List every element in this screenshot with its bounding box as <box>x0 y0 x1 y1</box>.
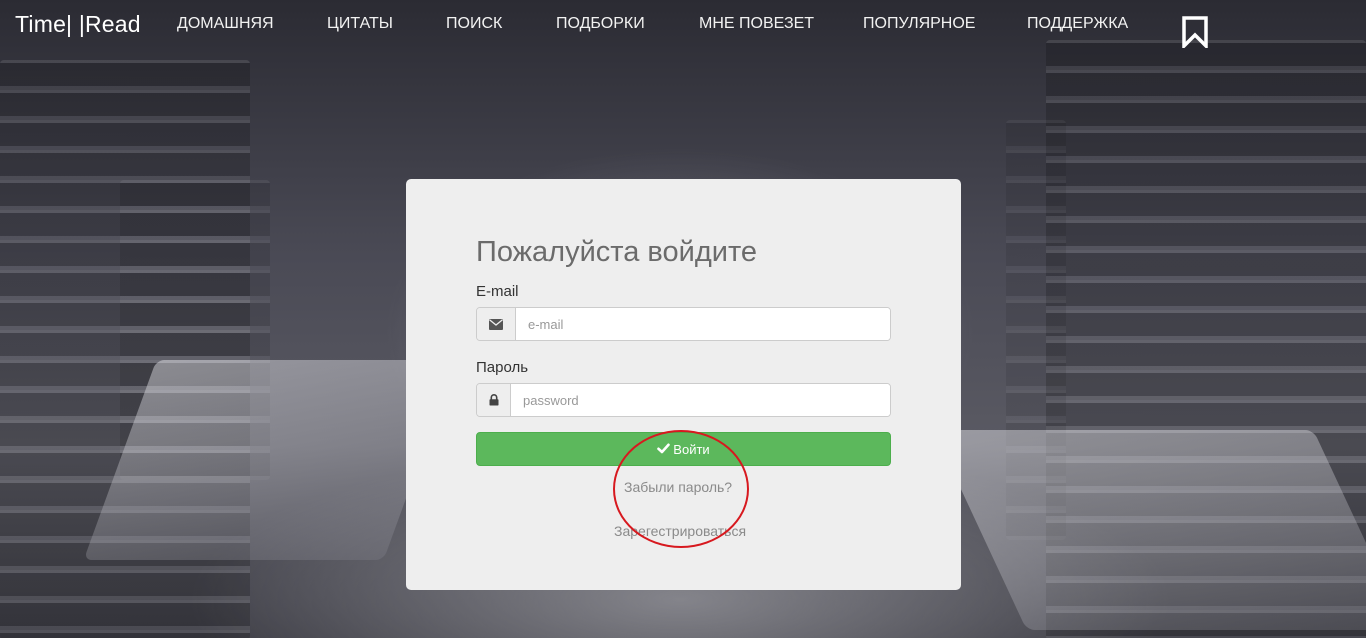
password-input-group <box>476 383 891 417</box>
password-input[interactable] <box>511 384 890 416</box>
nav-item-lucky[interactable]: Мне повезет <box>699 15 814 33</box>
check-icon <box>657 442 671 457</box>
top-navbar: Time| |Read Домашняя Цитаты Поиск Подбор… <box>0 0 1366 52</box>
background-open-book-right <box>933 430 1366 630</box>
bookmark-icon[interactable] <box>1181 16 1209 51</box>
envelope-icon <box>477 308 516 340</box>
login-title: Пожалуйста войдите <box>476 236 758 268</box>
login-submit-button[interactable]: Войти <box>476 432 891 466</box>
email-label: E-mail <box>476 283 519 300</box>
lock-icon <box>477 384 511 416</box>
nav-item-popular[interactable]: Популярное <box>863 15 975 33</box>
nav-item-search[interactable]: Поиск <box>446 15 502 33</box>
nav-item-quotes[interactable]: Цитаты <box>327 15 393 33</box>
email-input-group <box>476 307 891 341</box>
nav-item-home[interactable]: Домашняя <box>177 15 274 33</box>
forgot-password-link[interactable]: Забыли пароль? <box>624 479 732 495</box>
login-submit-label: Войти <box>673 441 710 457</box>
nav-item-collections[interactable]: Подборки <box>556 15 645 33</box>
register-link[interactable]: Зарегестрироваться <box>614 523 746 539</box>
brand-logo[interactable]: Time| |Read <box>15 11 141 38</box>
login-panel: Пожалуйста войдите E-mail Пароль Войти З… <box>406 179 961 590</box>
email-input[interactable] <box>516 308 890 340</box>
password-label: Пароль <box>476 359 529 376</box>
nav-item-support[interactable]: Поддержка <box>1027 15 1128 33</box>
